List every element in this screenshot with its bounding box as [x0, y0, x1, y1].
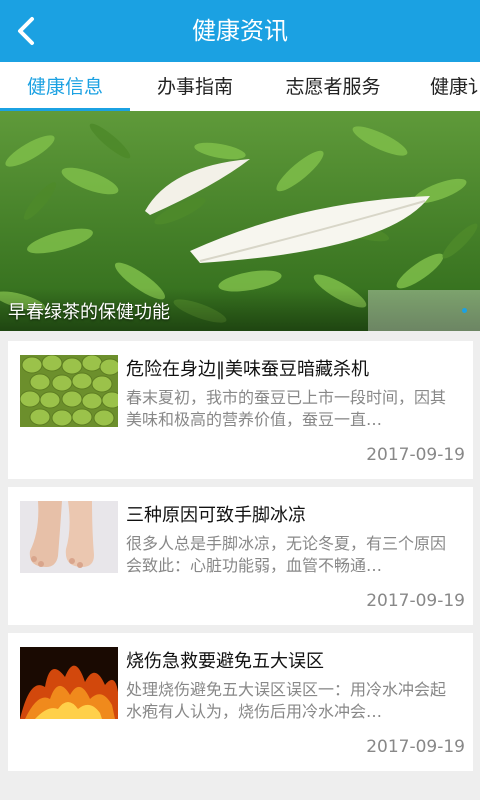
article-thumbnail-fire: [20, 647, 118, 719]
article-title: 三种原因可致手脚冰凉: [126, 505, 306, 526]
article-date: 2017-09-19: [366, 591, 465, 611]
app-header: 健康资讯: [0, 0, 480, 62]
banner-caption: 早春绿茶的保健功能: [8, 302, 170, 323]
article-title: 烧伤急救要避免五大误区: [126, 651, 324, 672]
tab-volunteer-service[interactable]: 志愿者服务: [260, 62, 406, 112]
carousel-indicator-dot: [462, 308, 467, 313]
article-summary: 春末夏初，我市的蚕豆已上市一段时间，因其美味和极高的营养价值，蚕豆一直…: [126, 388, 447, 429]
article-date: 2017-09-19: [366, 445, 465, 465]
article-card[interactable]: 三种原因可致手脚冰凉 很多人总是手脚冰凉，无论冬夏，有三个原因会致此：心脏功能弱…: [8, 487, 473, 625]
article-date: 2017-09-19: [366, 737, 465, 757]
article-title: 危险在身边‖美味蚕豆暗藏杀机: [126, 359, 369, 380]
tab-health-more[interactable]: 健康讠: [430, 62, 480, 112]
article-summary: 处理烧伤避免五大误区误区一：用冷水冲会起水疱有人认为，烧伤后用冷水冲会…: [126, 680, 447, 721]
article-thumbnail-broad-beans: [20, 355, 118, 427]
tab-service-guide[interactable]: 办事指南: [130, 62, 260, 112]
article-thumbnail-feet: [20, 501, 118, 573]
article-card[interactable]: 危险在身边‖美味蚕豆暗藏杀机 春末夏初，我市的蚕豆已上市一段时间，因其美味和极高…: [8, 341, 473, 479]
article-card[interactable]: 烧伤急救要避免五大误区 处理烧伤避免五大误区误区一：用冷水冲会起水疱有人认为，烧…: [8, 633, 473, 771]
tab-health-info[interactable]: 健康信息: [0, 62, 130, 112]
article-summary: 很多人总是手脚冰凉，无论冬夏，有三个原因会致此：心脏功能弱，血管不畅通…: [126, 534, 447, 575]
tab-bar: 健康信息 办事指南 志愿者服务 健康讠: [0, 62, 480, 112]
page-title: 健康资讯: [192, 17, 288, 45]
